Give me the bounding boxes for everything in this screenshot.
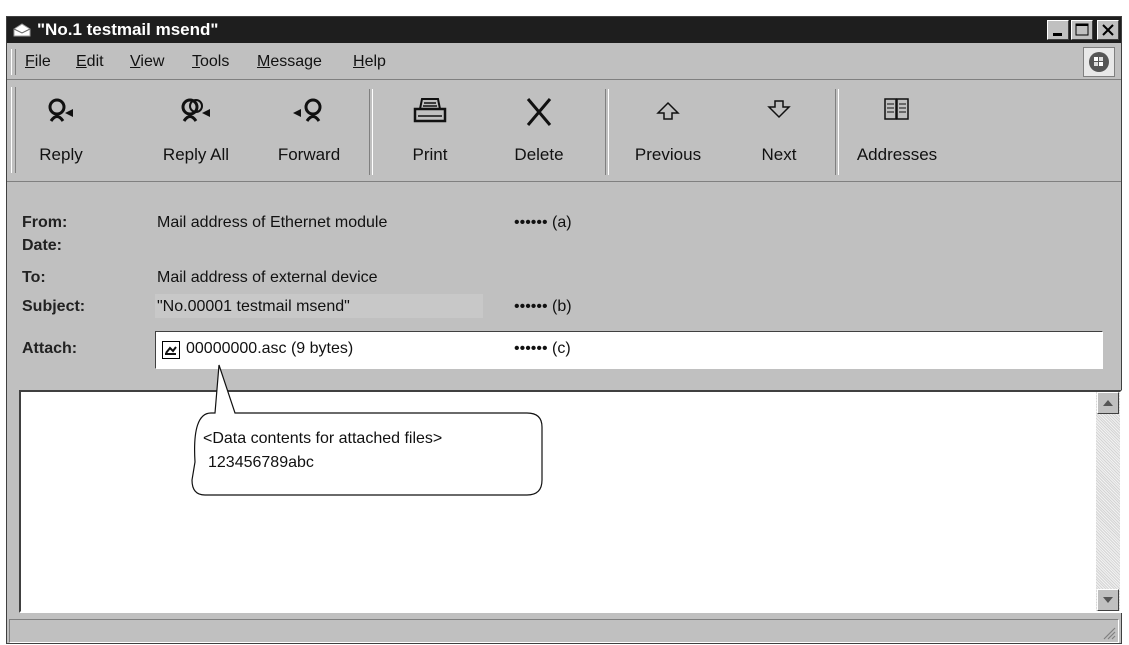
resize-grip-icon[interactable] bbox=[1100, 624, 1116, 640]
mail-window: "No.1 testmail msend" File Edit View Too… bbox=[6, 16, 1122, 644]
callout-title: <Data contents for attached files> bbox=[203, 430, 443, 447]
callout-data: 123456789abc bbox=[208, 454, 314, 471]
status-bar bbox=[9, 619, 1119, 643]
callout-bubble bbox=[191, 364, 543, 496]
